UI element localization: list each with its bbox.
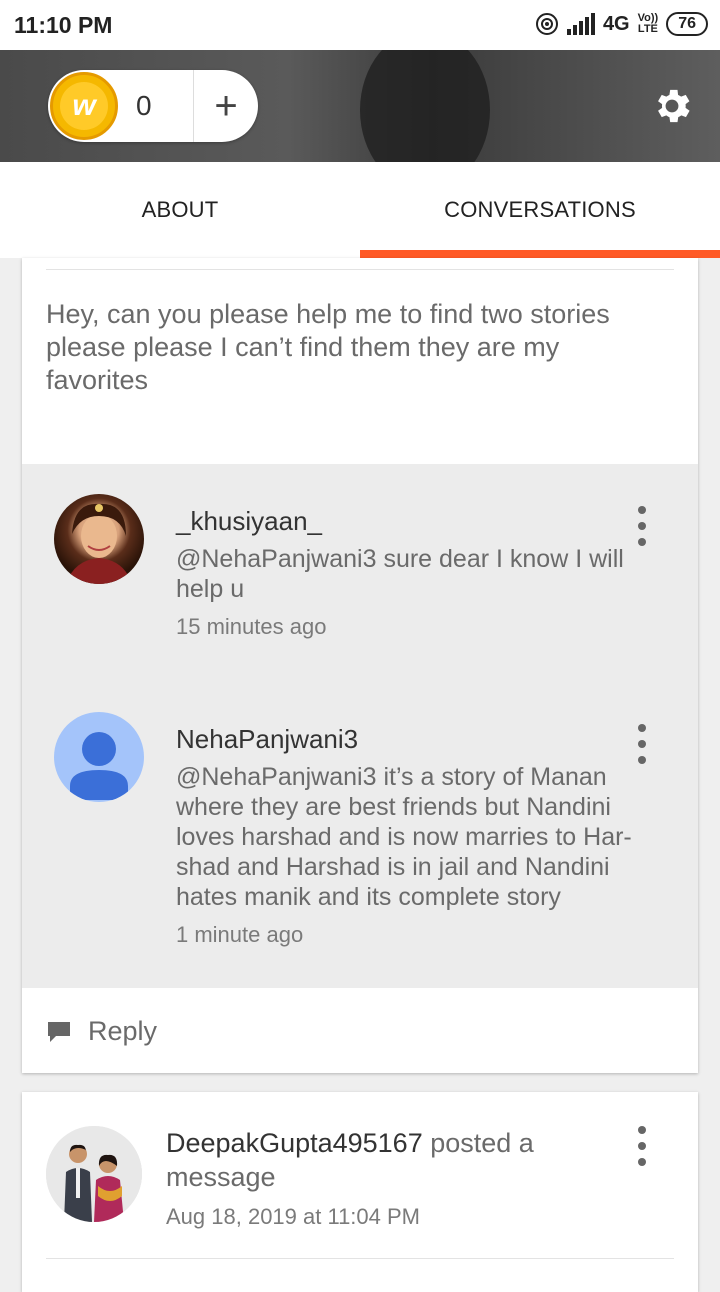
profile-tabs: ABOUT CONVERSATIONS [0,162,720,258]
divider [46,1258,674,1259]
gear-icon[interactable] [650,84,694,128]
conversation-card: Hey, can you please help me to find two … [22,258,698,1073]
message-text: Hey, can you please help me to find two … [46,299,610,395]
divider [46,269,674,270]
replies-section: _khusiyaan_ @NehaPanjwani3 sure dear I k… [22,464,698,988]
more-options-icon[interactable] [630,724,654,764]
more-options-icon[interactable] [630,506,654,546]
hotspot-icon [535,13,558,35]
default-avatar-icon[interactable] [54,712,144,802]
reply-author[interactable]: NehaPanjwani3 [176,722,656,756]
add-coins-button[interactable]: + [194,70,258,142]
reply-body: _khusiyaan_ @NehaPanjwani3 sure dear I k… [176,504,656,640]
tab-conversations[interactable]: CONVERSATIONS [360,162,720,258]
coin-count: 0 [136,90,152,121]
post-timestamp: Aug 18, 2019 at 11:04 PM [166,1204,420,1229]
post-card: DeepakGupta495167 posted a message Aug 1… [22,1092,698,1292]
reply-button[interactable]: Reply [46,1016,157,1047]
reply-label: Reply [88,1016,158,1046]
reply-timestamp: 1 minute ago [176,922,304,947]
avatar[interactable] [46,1126,142,1222]
network-type: 4G [602,12,630,35]
post-author[interactable]: DeepakGupta495167 [166,1128,423,1158]
reply-item: NehaPanjwani3 @NehaPanjwani3 it’s a stor… [22,712,698,972]
tab-about[interactable]: ABOUT [0,162,360,258]
reply-text: @NehaPanjwani3 sure dear I know I will h… [176,545,624,603]
avatar[interactable] [54,494,144,584]
volte-indicator: Vo)) LTE [637,12,659,35]
reply-author[interactable]: _khusiyaan_ [176,504,656,538]
more-options-icon[interactable] [630,1126,654,1166]
signal-icon [566,13,595,35]
active-tab-indicator [360,250,720,258]
post-body: DeepakGupta495167 posted a message Aug 1… [166,1126,606,1230]
comment-icon [48,1021,70,1042]
battery-indicator: 76 [666,12,708,36]
reply-timestamp: 15 minutes ago [176,614,327,639]
reply-body: NehaPanjwani3 @NehaPanjwani3 it’s a stor… [176,722,656,948]
status-bar: 11:10 PM 4G Vo)) LTE 76 [0,0,720,50]
reply-item: _khusiyaan_ @NehaPanjwani3 sure dear I k… [22,494,698,664]
post-headline: DeepakGupta495167 posted a message [166,1126,606,1194]
coin-icon: w [50,72,118,140]
profile-header: w 0 + [0,50,720,162]
coin-balance-pill[interactable]: w 0 + [48,70,258,142]
header-background-photo [360,50,490,162]
status-indicators: 4G Vo)) LTE 76 [535,12,708,36]
status-time: 11:10 PM [14,12,113,38]
reply-text: @NehaPanjwani3 it’s a story of Manan whe… [176,763,632,911]
